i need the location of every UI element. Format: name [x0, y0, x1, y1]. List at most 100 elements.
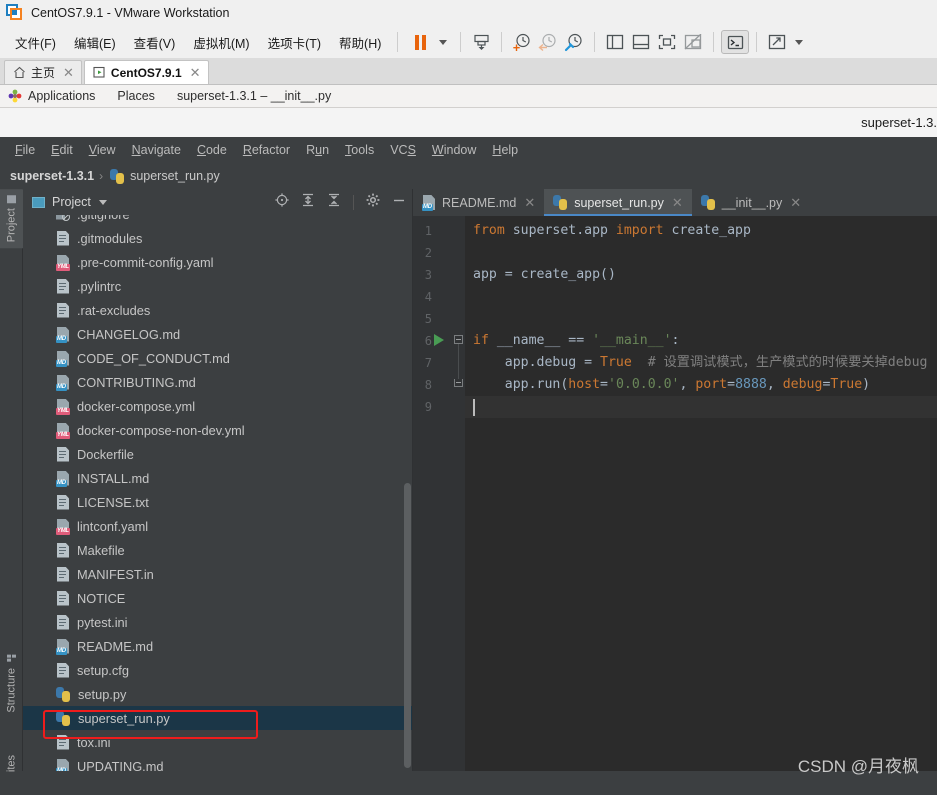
- project-scrollbar[interactable]: [403, 215, 412, 771]
- tree-item[interactable]: Dockerfile: [23, 442, 412, 466]
- editor-tab-init[interactable]: __init__.py ✕: [692, 189, 810, 216]
- dropdown-caret-icon[interactable]: [433, 30, 453, 54]
- project-file-tree[interactable]: .gitignore .gitmodules YML .pre-commit-conf…: [23, 215, 412, 771]
- tree-item[interactable]: MD CONTRIBUTING.md: [23, 370, 412, 394]
- tree-item[interactable]: setup.py: [23, 682, 412, 706]
- ide-menu-tools[interactable]: Tools: [337, 140, 382, 160]
- tree-item[interactable]: NOTICE: [23, 586, 412, 610]
- code-fold-collapse-icon[interactable]: [454, 335, 463, 344]
- editor-code-area[interactable]: from superset.app import create_appapp =…: [465, 216, 937, 771]
- close-icon[interactable]: ✕: [672, 195, 683, 211]
- tree-item[interactable]: MD INSTALL.md: [23, 466, 412, 490]
- vm-tab-home[interactable]: 主页 ✕: [4, 60, 82, 84]
- tree-item[interactable]: pytest.ini: [23, 610, 412, 634]
- gnome-places-menu[interactable]: Places: [117, 89, 155, 103]
- ide-menu-file[interactable]: File: [7, 140, 43, 160]
- editor-tab-readme[interactable]: MD README.md ✕: [413, 189, 544, 216]
- tree-item[interactable]: Makefile: [23, 538, 412, 562]
- tree-item[interactable]: YML docker-compose-non-dev.yml: [23, 418, 412, 442]
- tree-item[interactable]: MANIFEST.in: [23, 562, 412, 586]
- tree-item[interactable]: .gitmodules: [23, 226, 412, 250]
- breadcrumb-project[interactable]: superset-1.3.1: [10, 169, 94, 183]
- settings-gear-icon[interactable]: [366, 193, 380, 212]
- tree-item[interactable]: YML lintconf.yaml: [23, 514, 412, 538]
- ide-menu-vcs[interactable]: VCS: [382, 140, 424, 160]
- markdown-file-icon: MD: [56, 758, 70, 771]
- tree-item[interactable]: MD UPDATING.md: [23, 754, 412, 771]
- menu-help[interactable]: 帮助(H): [330, 29, 390, 56]
- snapshot-revert-icon[interactable]: [535, 30, 561, 54]
- panel-divider: [353, 194, 354, 210]
- tree-item[interactable]: .pylintrc: [23, 274, 412, 298]
- rail-project[interactable]: Project: [0, 189, 23, 249]
- code-line[interactable]: app.run(host='0.0.0.0', port=8888, debug…: [473, 374, 870, 396]
- unity-mode-icon[interactable]: [680, 30, 706, 54]
- editor-gutter[interactable]: 1 2 3 4 5 6 7 8 9: [413, 216, 465, 771]
- chevron-down-icon[interactable]: [98, 199, 107, 205]
- tree-item[interactable]: YML docker-compose.yml: [23, 394, 412, 418]
- ide-menu-view[interactable]: View: [81, 140, 124, 160]
- project-scrollbar-thumb[interactable]: [404, 483, 411, 768]
- tree-item[interactable]: .rat-excludes: [23, 298, 412, 322]
- ide-menu-edit[interactable]: Edit: [43, 140, 81, 160]
- ide-menu-run[interactable]: Run: [298, 140, 337, 160]
- rail-favorites[interactable]: ites: [0, 749, 23, 778]
- ide-menu-navigate[interactable]: Navigate: [124, 140, 189, 160]
- collapse-all-icon[interactable]: [327, 193, 341, 212]
- tree-item-label: CONTRIBUTING.md: [77, 374, 196, 390]
- ide-menu-code[interactable]: Code: [189, 140, 235, 160]
- ide-menu-help[interactable]: Help: [484, 140, 526, 160]
- menu-view[interactable]: 查看(V): [125, 29, 185, 56]
- breadcrumb-file[interactable]: superset_run.py: [130, 169, 220, 183]
- expand-all-icon[interactable]: [301, 193, 315, 212]
- gnome-applications-menu[interactable]: Applications: [28, 89, 95, 103]
- ide-menu-refactor[interactable]: Refactor: [235, 140, 298, 160]
- editor-area: MD README.md ✕ superset_run.py ✕ __init_…: [413, 189, 937, 771]
- expand-caret-icon[interactable]: [790, 30, 808, 54]
- tree-item[interactable]: MD README.md: [23, 634, 412, 658]
- code-line[interactable]: app.debug = True # 设置调试模式，生产模式的时候要关掉debu…: [473, 352, 928, 374]
- ide-menu-window[interactable]: Window: [424, 140, 484, 160]
- close-icon[interactable]: ✕: [790, 195, 801, 211]
- tree-item[interactable]: .gitignore: [23, 215, 412, 226]
- tree-item[interactable]: setup.cfg: [23, 658, 412, 682]
- run-configuration-icon[interactable]: [434, 334, 444, 346]
- snapshot-take-icon[interactable]: [509, 30, 535, 54]
- vm-tab-centos[interactable]: CentOS7.9.1 ✕: [83, 60, 209, 84]
- tree-item[interactable]: MD CHANGELOG.md: [23, 322, 412, 346]
- python-file-icon: [110, 168, 125, 184]
- snapshot-manager-icon[interactable]: [561, 30, 587, 54]
- menu-file[interactable]: 文件(F): [6, 29, 65, 56]
- hide-panel-icon[interactable]: [392, 193, 406, 212]
- close-icon[interactable]: ✕: [524, 195, 535, 211]
- tree-item[interactable]: YML .pre-commit-config.yaml: [23, 250, 412, 274]
- close-icon[interactable]: ✕: [190, 65, 201, 81]
- tree-item[interactable]: superset_run.py: [23, 706, 412, 730]
- code-line[interactable]: [465, 396, 937, 418]
- menu-edit[interactable]: 编辑(E): [65, 29, 125, 56]
- rail-structure-label: Structure: [5, 668, 18, 713]
- python-file-icon: [56, 710, 71, 726]
- gnome-active-window[interactable]: superset-1.3.1 – __init__.py: [177, 89, 331, 103]
- menu-tabs[interactable]: 选项卡(T): [259, 29, 330, 56]
- inspection-squiggle: ⌄⌄: [635, 368, 643, 371]
- locate-file-icon[interactable]: [275, 192, 289, 212]
- rail-structure[interactable]: Structure: [0, 649, 23, 719]
- code-line[interactable]: app = create_app(): [473, 264, 616, 286]
- tree-item[interactable]: tox.ini: [23, 730, 412, 754]
- code-line[interactable]: if __name__ == '__main__':: [473, 330, 679, 352]
- show-sidebar-icon[interactable]: [602, 30, 628, 54]
- editor-tab-superset-run[interactable]: superset_run.py ✕: [544, 189, 692, 216]
- tree-item[interactable]: LICENSE.txt: [23, 490, 412, 514]
- show-bottom-panel-icon[interactable]: [628, 30, 654, 54]
- fullscreen-icon[interactable]: [654, 30, 680, 54]
- expand-icon[interactable]: [764, 30, 790, 54]
- tree-item[interactable]: MD CODE_OF_CONDUCT.md: [23, 346, 412, 370]
- code-line[interactable]: from superset.app import create_app: [473, 220, 751, 242]
- console-icon[interactable]: [721, 30, 750, 54]
- send-ctrl-alt-del-icon[interactable]: [468, 30, 494, 54]
- close-icon[interactable]: ✕: [63, 65, 74, 81]
- pause-icon[interactable]: [407, 30, 433, 54]
- code-fold-end-icon[interactable]: [454, 379, 463, 387]
- menu-vm[interactable]: 虚拟机(M): [184, 29, 258, 56]
